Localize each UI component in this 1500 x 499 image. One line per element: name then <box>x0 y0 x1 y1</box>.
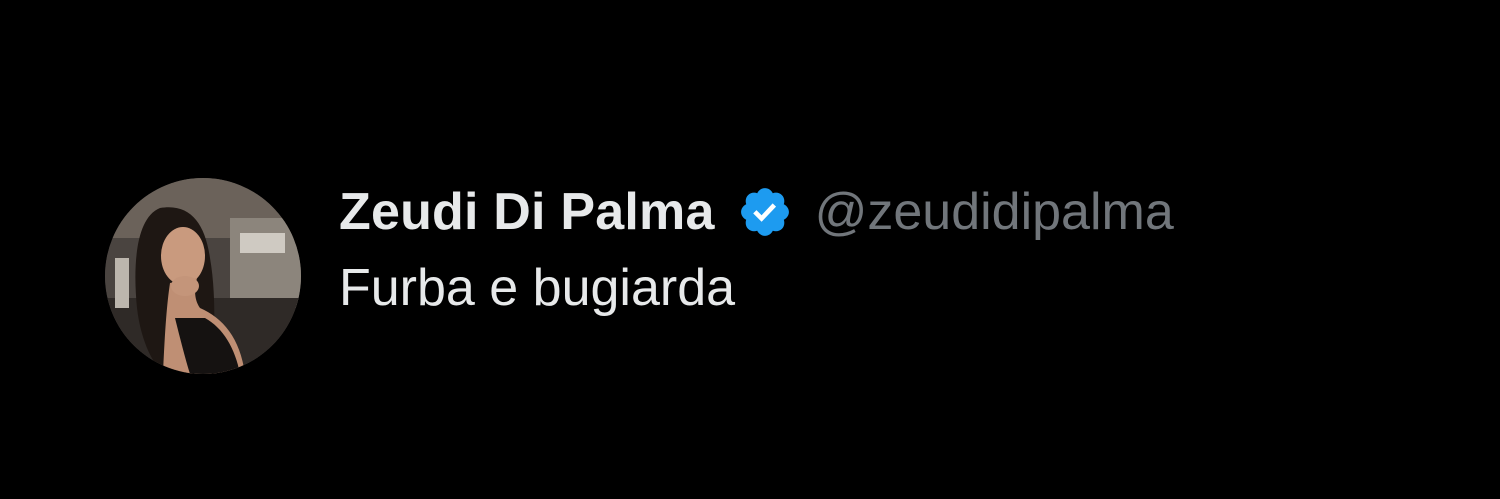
avatar-photo <box>105 178 301 374</box>
user-handle[interactable]: @zeudidipalma <box>815 182 1174 242</box>
avatar[interactable] <box>105 178 301 374</box>
tweet-text: Furba e bugiarda <box>339 259 736 317</box>
tweet-header: Zeudi Di Palma @zeudidipalma <box>339 178 1174 246</box>
tweet-card: Zeudi Di Palma @zeudidipalma Furba e bug… <box>105 176 1465 376</box>
tweet-body: Zeudi Di Palma @zeudidipalma Furba e bug… <box>339 176 1174 318</box>
display-name[interactable]: Zeudi Di Palma <box>339 182 715 242</box>
verified-badge-icon <box>740 188 789 236</box>
